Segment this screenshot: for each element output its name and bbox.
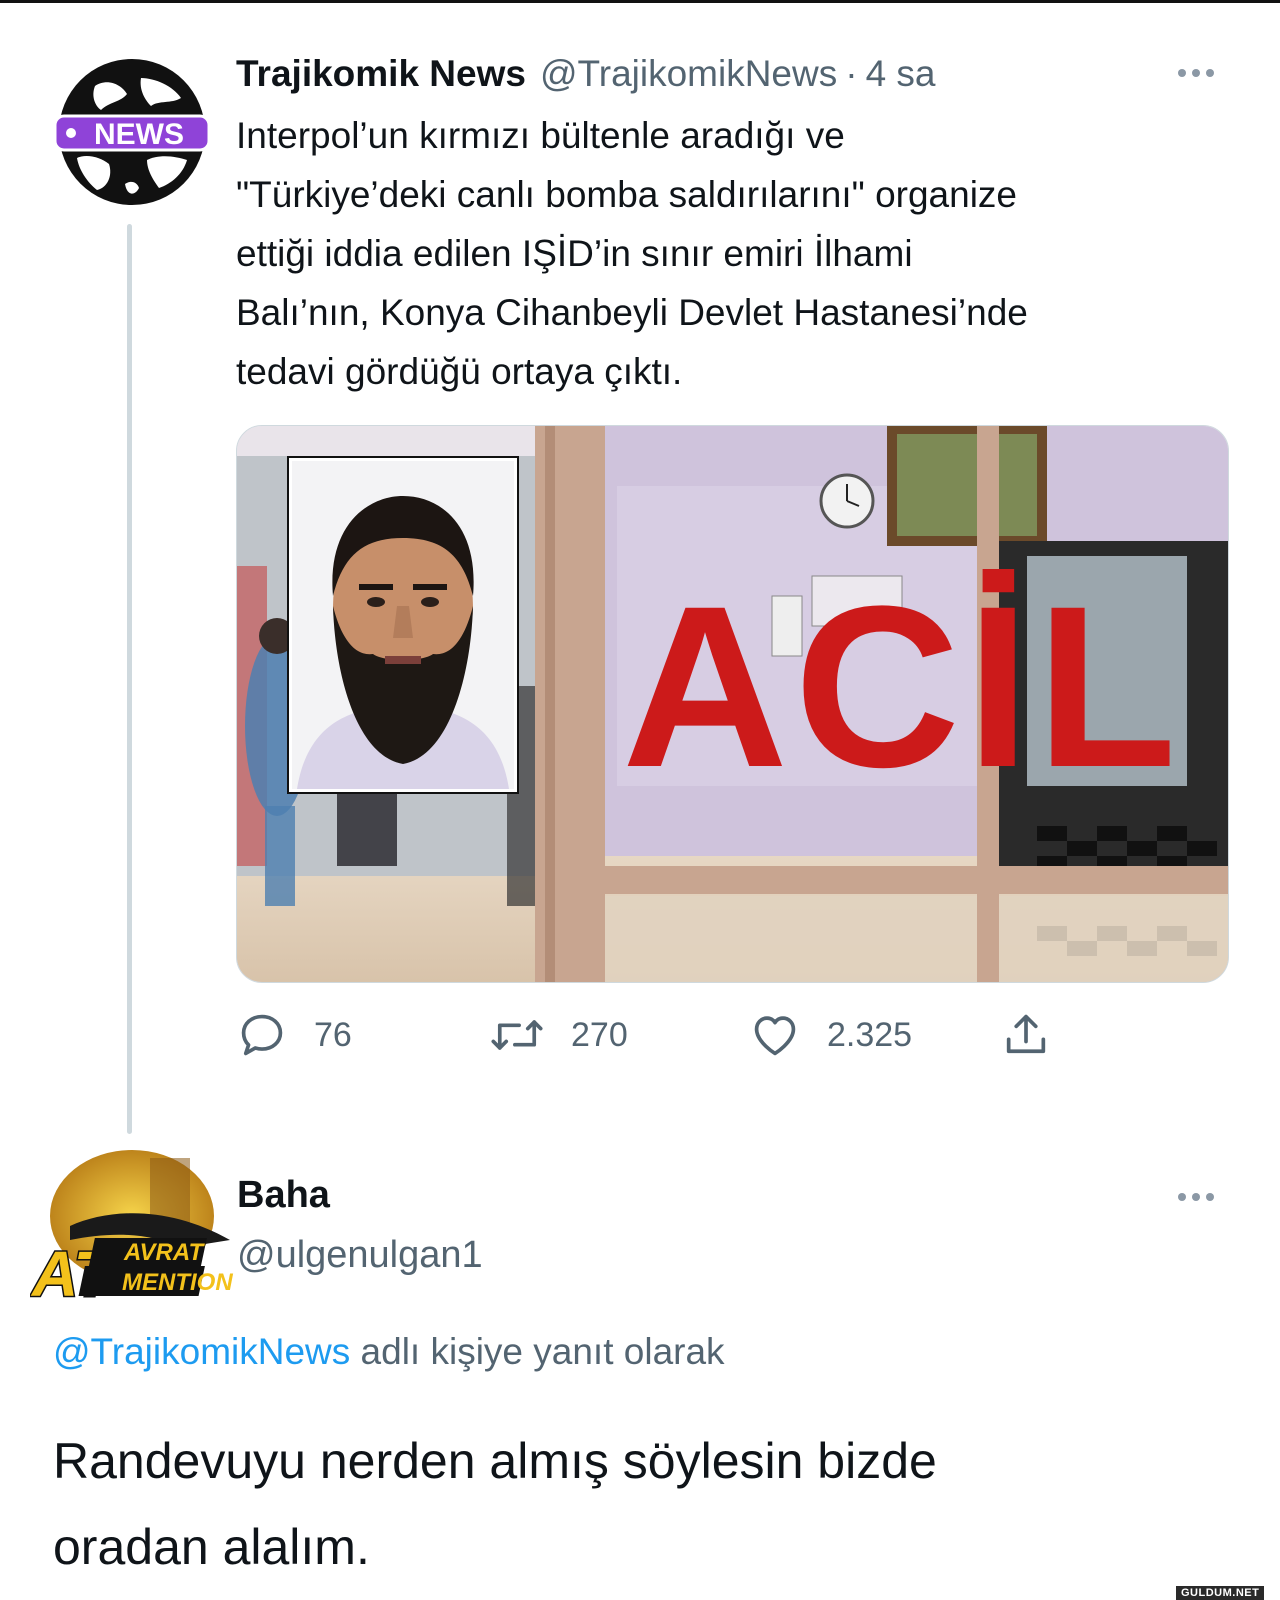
top-border [0,0,1280,3]
replying-to-label: adlı kişiye yanıt olarak [360,1331,725,1372]
tweet-media-image[interactable]: ACİL [236,425,1229,983]
avatar-avrat-text: AVRAT [123,1239,205,1266]
reply-text-line: Randevuyu nerden almış söylesin bizde [53,1433,937,1489]
news-badge-text: NEWS [94,118,184,151]
reply-count: 76 [314,1015,352,1054]
share-action[interactable] [1000,1005,1052,1065]
reply-text: Randevuyu nerden almış söylesin bizde or… [53,1418,1233,1590]
reply-text-line: oradan alalım. [53,1519,370,1575]
like-count: 2.325 [827,1015,913,1054]
tweet-timestamp[interactable]: 4 sa [866,53,936,95]
thread-connector-line [127,224,132,1134]
replying-to-context: @TrajikomikNews adlı kişiye yanıt olarak [53,1331,725,1373]
tweet-author-handle[interactable]: @TrajikomikNews [540,53,837,95]
tweet-text-line: Interpol’un kırmızı bültenle aradığı ve [236,115,845,156]
like-action[interactable]: 2.325 [749,1005,912,1065]
reply-author-handle[interactable]: @ulgenulgan1 [237,1234,483,1277]
avatar-mention-text: MENTION [122,1269,233,1296]
reply-more-options-icon[interactable] [1178,1193,1214,1201]
share-upload-icon [1006,1014,1046,1054]
tweet-text: Interpol’un kırmızı bültenle aradığı ve … [236,106,1246,401]
globe-news-logo-icon: NEWS [53,59,211,205]
tweet-text-line: "Türkiye’deki canlı bomba saldırılarını"… [236,174,1018,215]
tweet-author-name[interactable]: Trajikomik News [236,53,526,95]
reply-action[interactable]: 76 [236,1005,352,1065]
retweet-action[interactable]: 270 [489,1005,628,1065]
tweet-text-line: tedavi gördüğü ortaya çıktı. [236,351,683,392]
tweet-text-line: Balı’nın, Konya Cihanbeyli Devlet Hastan… [236,292,1028,333]
reply-author-name[interactable]: Baha [237,1174,330,1217]
site-watermark: GULDUM.NET [1176,1586,1265,1600]
retweet-count: 270 [571,1015,628,1054]
heart-icon [754,1016,796,1056]
tweet-header: Trajikomik News @TrajikomikNews · 4 sa [236,50,1226,98]
tweet-text-line: ettiği iddia edilen IŞİD’in sınır emiri … [236,233,913,274]
tweet-actions-bar: 76 270 2.325 [236,1005,1096,1065]
baha-avatar[interactable]: AT AVRAT MENTION [29,1148,235,1312]
header-separator: · [845,53,858,94]
replying-to-mention-link[interactable]: @TrajikomikNews [53,1331,350,1372]
avrat-mention-logo-icon: AT AVRAT MENTION [29,1150,233,1312]
acil-sign-text: ACİL [622,558,1183,815]
hospital-emergency-photo: ACİL [237,426,1228,982]
tweet-more-options-icon[interactable] [1178,69,1214,77]
reply-bubble-icon [241,1014,283,1056]
retweet-icon [491,1020,543,1050]
trajikomik-news-avatar[interactable]: NEWS [53,56,211,208]
